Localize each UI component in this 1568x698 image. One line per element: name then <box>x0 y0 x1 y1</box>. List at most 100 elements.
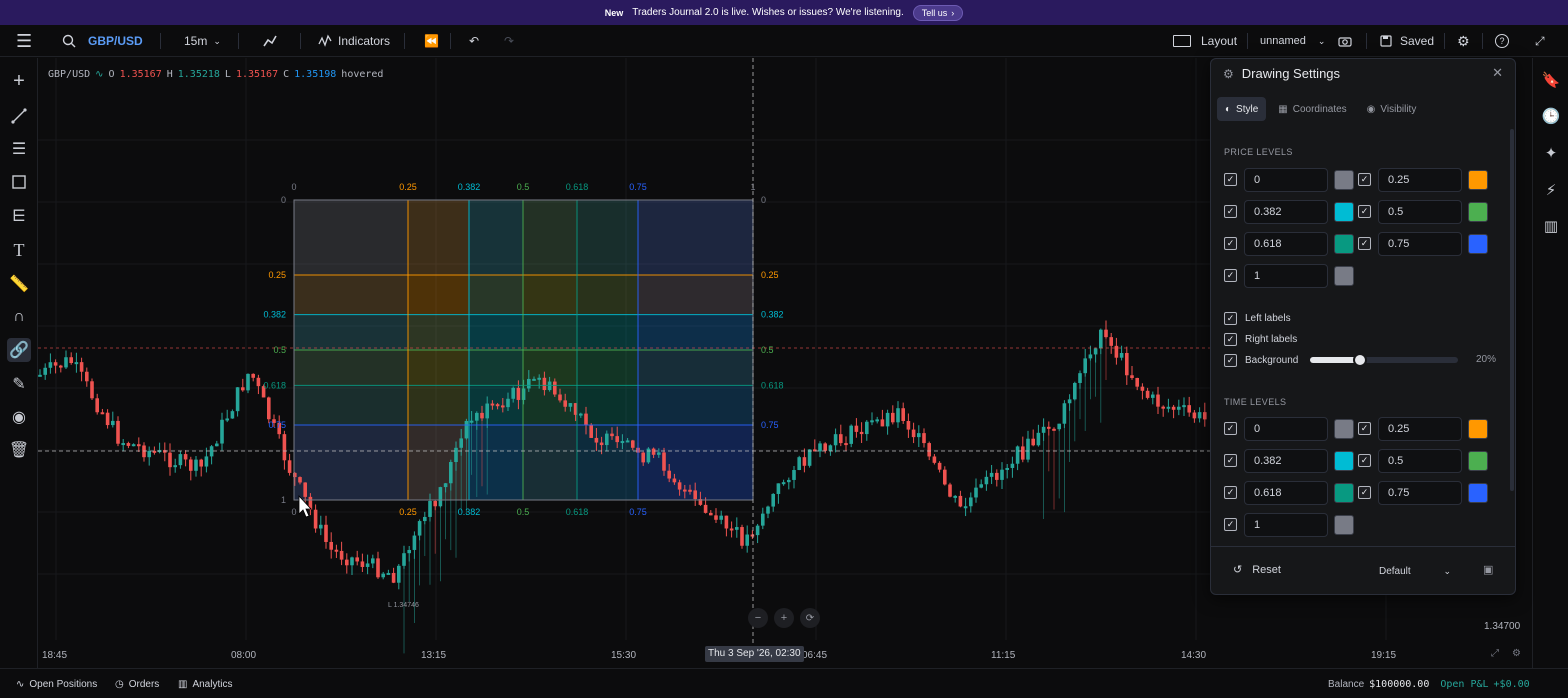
axis-settings-icon[interactable]: ⚙ <box>1512 648 1521 659</box>
level-color-swatch[interactable] <box>1334 266 1354 286</box>
template-dropdown[interactable]: Default ⌄ <box>1369 559 1461 583</box>
screenshot-button[interactable] <box>1338 25 1352 57</box>
level-checkbox[interactable]: ✓ <box>1224 454 1237 467</box>
ai-button[interactable]: ✦ <box>1539 141 1563 165</box>
zoom-in-button[interactable]: + <box>774 608 794 628</box>
candle <box>740 524 744 549</box>
level-color-swatch[interactable] <box>1334 170 1354 190</box>
level-checkbox[interactable]: ✓ <box>1358 205 1371 218</box>
left-labels-checkbox[interactable]: ✓ Left labels <box>1224 310 1291 326</box>
candle-body <box>511 387 515 399</box>
symbol-search[interactable]: GBP/USD <box>62 25 143 57</box>
tab-visibility[interactable]: ◉ Visibility <box>1359 97 1425 121</box>
rectangle-tool[interactable] <box>7 170 31 194</box>
save-button[interactable]: Saved <box>1380 25 1434 57</box>
analytics-tab[interactable]: ▥ Analytics <box>178 669 232 698</box>
trendline-tool[interactable] <box>7 104 31 128</box>
level-color-swatch[interactable] <box>1468 234 1488 254</box>
level-checkbox[interactable]: ✓ <box>1224 205 1237 218</box>
ruler-tool[interactable]: 📏 <box>7 272 31 296</box>
level-value-input[interactable]: 0.25 <box>1378 168 1462 192</box>
menu-button[interactable]: ☰ <box>16 25 32 57</box>
level-checkbox[interactable]: ✓ <box>1358 422 1371 435</box>
bookmark-button[interactable]: 🔖 <box>1539 68 1563 92</box>
level-color-swatch[interactable] <box>1468 202 1488 222</box>
link-tool[interactable]: 🔗 <box>7 338 31 362</box>
background-opacity-slider[interactable] <box>1310 353 1458 367</box>
brush-tool[interactable]: ✎ <box>7 372 31 396</box>
level-checkbox[interactable]: ✓ <box>1358 486 1371 499</box>
interval-selector[interactable]: 15m ⌄ <box>184 25 221 57</box>
level-value-input[interactable]: 1 <box>1244 264 1328 288</box>
tell-us-button[interactable]: Tell us › <box>912 4 964 21</box>
level-color-swatch[interactable] <box>1334 202 1354 222</box>
level-checkbox[interactable]: ✓ <box>1224 486 1237 499</box>
level-color-swatch[interactable] <box>1468 483 1488 503</box>
visibility-tool[interactable]: ◉ <box>7 405 31 429</box>
level-color-swatch[interactable] <box>1468 170 1488 190</box>
history-button[interactable]: 🕒 <box>1539 104 1563 128</box>
tab-coordinates[interactable]: ▦ Coordinates <box>1270 97 1354 121</box>
close-icon: ✕ <box>1492 65 1503 80</box>
slider-handle[interactable] <box>1352 353 1367 367</box>
replay-button[interactable]: ⏪ <box>424 25 439 57</box>
reset-zoom-button[interactable]: ⟳ <box>800 608 820 628</box>
layout-button[interactable]: Layout <box>1173 25 1237 57</box>
analytics-button[interactable]: ▥ <box>1539 214 1563 238</box>
level-checkbox[interactable]: ✓ <box>1358 237 1371 250</box>
level-checkbox[interactable]: ✓ <box>1224 422 1237 435</box>
level-value-input[interactable]: 0.5 <box>1378 200 1462 224</box>
level-checkbox[interactable]: ✓ <box>1358 173 1371 186</box>
fullscreen-button[interactable]: ⤢ <box>1535 25 1545 57</box>
level-value-input[interactable]: 0 <box>1244 168 1328 192</box>
level-value-input[interactable]: 0.618 <box>1244 232 1328 256</box>
level-value-input[interactable]: 0.618 <box>1244 481 1328 505</box>
crosshair-tool[interactable]: + <box>7 69 31 93</box>
undo-button[interactable]: ↶ <box>469 25 479 57</box>
level-color-swatch[interactable] <box>1334 419 1354 439</box>
text-tool[interactable]: T <box>7 238 31 262</box>
level-value-input[interactable]: 0.382 <box>1244 200 1328 224</box>
close-button[interactable]: ✕ <box>1492 65 1503 81</box>
panel-scrollbar[interactable] <box>1510 129 1514 491</box>
indicators-button[interactable]: Indicators <box>318 25 390 57</box>
background-checkbox[interactable]: ✓ Background <box>1224 352 1298 368</box>
connect-button[interactable]: ⚡ <box>1539 178 1563 202</box>
layout-name-dropdown[interactable]: unnamed ⌄ <box>1260 25 1325 57</box>
level-color-swatch[interactable] <box>1468 419 1488 439</box>
level-checkbox[interactable]: ✓ <box>1224 173 1237 186</box>
chart-type-button[interactable] <box>262 25 278 57</box>
channel-tool[interactable]: ☰ <box>7 137 31 161</box>
level-value-input[interactable]: 0.5 <box>1378 449 1462 473</box>
level-color-swatch[interactable] <box>1334 234 1354 254</box>
save-template-button[interactable]: ▣ <box>1483 563 1493 576</box>
orders-tab[interactable]: ◷ Orders <box>115 669 159 698</box>
zoom-out-button[interactable]: − <box>748 608 768 628</box>
magnet-tool[interactable]: ∩ <box>7 305 31 329</box>
tab-style[interactable]: ◐ Style <box>1217 97 1267 121</box>
reset-button[interactable]: ↺ Reset <box>1233 563 1281 577</box>
fib-tool[interactable]: ⋿ <box>7 204 31 228</box>
level-value-input[interactable]: 0.25 <box>1378 417 1462 441</box>
level-value-input[interactable]: 0 <box>1244 417 1328 441</box>
level-color-swatch[interactable] <box>1468 451 1488 471</box>
level-value-input[interactable]: 1 <box>1244 513 1328 537</box>
level-color-swatch[interactable] <box>1334 483 1354 503</box>
level-value-input[interactable]: 0.75 <box>1378 481 1462 505</box>
expand-axis-icon[interactable]: ⤢ <box>1491 648 1499 659</box>
open-positions-tab[interactable]: ∿ Open Positions <box>16 669 97 698</box>
level-value-input[interactable]: 0.382 <box>1244 449 1328 473</box>
candle-body <box>59 365 63 368</box>
settings-button[interactable]: ⚙ <box>1457 25 1470 57</box>
level-checkbox[interactable]: ✓ <box>1224 269 1237 282</box>
level-color-swatch[interactable] <box>1334 515 1354 535</box>
level-checkbox[interactable]: ✓ <box>1224 237 1237 250</box>
redo-button[interactable]: ↷ <box>504 25 514 57</box>
right-labels-checkbox[interactable]: ✓ Right labels <box>1224 331 1297 347</box>
level-checkbox[interactable]: ✓ <box>1224 518 1237 531</box>
level-value-input[interactable]: 0.75 <box>1378 232 1462 256</box>
level-checkbox[interactable]: ✓ <box>1358 454 1371 467</box>
level-color-swatch[interactable] <box>1334 451 1354 471</box>
help-button[interactable]: ? <box>1495 25 1509 57</box>
delete-tool[interactable]: 🗑 <box>7 438 31 462</box>
